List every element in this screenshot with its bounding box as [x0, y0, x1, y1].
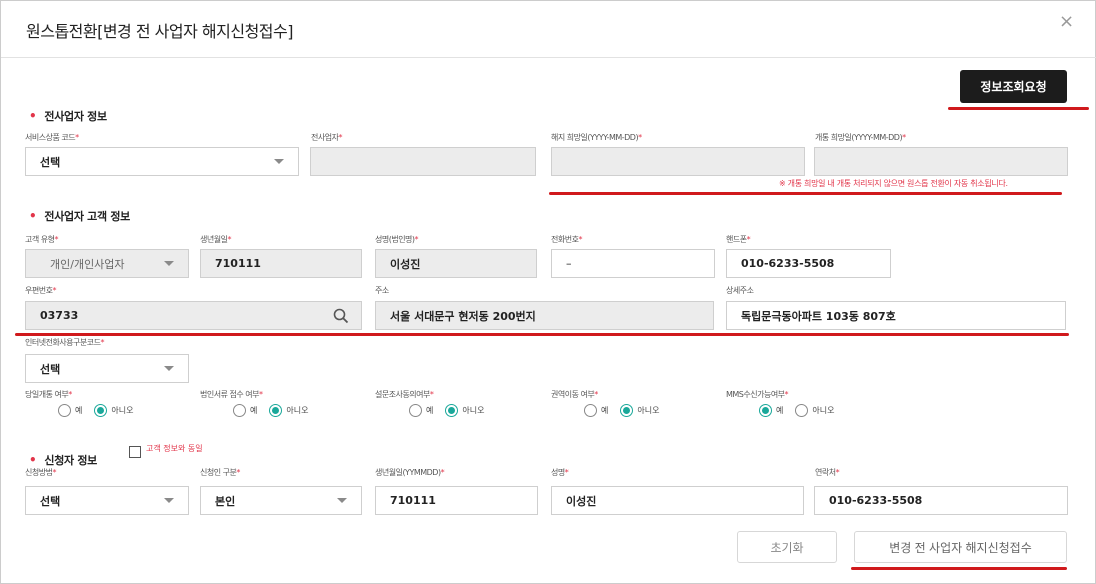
address-detail-label: 상세주소 — [726, 286, 754, 295]
applicant-birth-field[interactable]: 710111 — [375, 486, 538, 515]
service-code-label: 서비스상품 코드* — [25, 133, 79, 142]
name-label: 성명(법인명)* — [375, 235, 419, 244]
open-date-field — [814, 147, 1068, 176]
header-divider — [1, 57, 1096, 58]
mobile-label: 핸드폰* — [726, 235, 751, 244]
birth-field: 710111 — [200, 249, 362, 278]
applicant-birth-label: 생년월일(YYMMDD)* — [375, 468, 445, 477]
chevron-down-icon — [274, 159, 284, 164]
same-as-customer-label[interactable]: 고객 정보와 동일 — [146, 443, 203, 454]
radio-no[interactable]: 아니오 — [795, 404, 834, 417]
customer-type-label: 고객 유형* — [25, 235, 58, 244]
prev-carrier-label: 전사업자* — [311, 133, 342, 142]
prev-carrier-field — [310, 147, 536, 176]
corp-docs-radio-group: 예 아니오 — [233, 404, 320, 417]
radio-no[interactable]: 아니오 — [94, 404, 133, 417]
radio-no[interactable]: 아니오 — [445, 404, 484, 417]
internet-code-label: 인터넷전화사용구분코드* — [25, 338, 104, 347]
radio-circle[interactable] — [620, 404, 634, 417]
section-title-prev-carrier: • 전사업자 정보 — [29, 109, 107, 123]
address-label: 주소 — [375, 286, 389, 295]
address-detail-field[interactable]: 독립문극동아파트 103동 807호 — [726, 301, 1066, 330]
same-as-customer-checkbox[interactable] — [129, 446, 141, 458]
region-move-radio-group: 예 아니오 — [584, 404, 671, 417]
radio-yes[interactable]: 예 — [58, 404, 82, 417]
survey-consent-label: 설문조사동의여부* — [375, 390, 434, 399]
radio-no[interactable]: 아니오 — [620, 404, 659, 417]
mms-label: MMS수신가능여부* — [726, 390, 789, 399]
phone-label: 전화번호* — [551, 235, 582, 244]
applicant-relation-label: 신청인 구분* — [200, 468, 240, 477]
service-code-select[interactable]: 선택 — [25, 147, 299, 176]
search-icon[interactable] — [333, 308, 349, 324]
radio-circle[interactable] — [759, 404, 772, 417]
submit-cancel-request-button[interactable]: 변경 전 사업자 해지신청접수 — [854, 531, 1067, 563]
same-day-open-label: 당일개통 여부* — [25, 390, 72, 399]
mms-radio-group: 예 아니오 — [759, 404, 846, 417]
open-date-warning: ※ 개통 희망일 내 개통 처리되지 않으면 원스톱 전환이 자동 취소됩니다. — [779, 179, 1008, 188]
radio-circle[interactable] — [94, 404, 108, 417]
highlight-underline — [948, 107, 1089, 110]
chevron-down-icon — [164, 366, 174, 371]
phone-field[interactable]: – — [551, 249, 715, 278]
reset-button[interactable]: 초기화 — [737, 531, 837, 563]
applicant-contact-label: 연락처* — [815, 468, 840, 477]
open-date-label: 개통 희망일(YYYY-MM-DD)* — [815, 133, 906, 142]
apply-method-select[interactable]: 선택 — [25, 486, 189, 515]
applicant-contact-field[interactable]: 010-6233-5508 — [814, 486, 1068, 515]
radio-yes[interactable]: 예 — [233, 404, 257, 417]
survey-consent-radio-group: 예 아니오 — [409, 404, 496, 417]
zipcode-field[interactable]: 03733 — [25, 301, 362, 330]
address-field: 서울 서대문구 현저동 200번지 — [375, 301, 714, 330]
applicant-name-label: 성명* — [551, 468, 569, 477]
section-title-customer: • 전사업자 고객 정보 — [29, 209, 130, 223]
applicant-relation-select[interactable]: 본인 — [200, 486, 362, 515]
radio-circle[interactable] — [445, 404, 459, 417]
radio-circle[interactable] — [233, 404, 246, 417]
same-day-open-radio-group: 예 아니오 — [58, 404, 145, 417]
modal: 원스톱전환[변경 전 사업자 해지신청접수] × 정보조회요청 • 전사업자 정보… — [0, 0, 1096, 584]
radio-circle[interactable] — [409, 404, 422, 417]
cancel-date-field — [551, 147, 805, 176]
radio-circle[interactable] — [584, 404, 597, 417]
radio-yes[interactable]: 예 — [584, 404, 608, 417]
highlight-underline — [851, 567, 1067, 570]
corp-docs-label: 법인서류 접수 여부* — [200, 390, 263, 399]
apply-method-label: 신청방법* — [25, 468, 56, 477]
radio-yes[interactable]: 예 — [759, 404, 783, 417]
radio-circle[interactable] — [795, 404, 809, 417]
chevron-down-icon — [337, 498, 347, 503]
close-icon[interactable]: × — [1059, 13, 1074, 31]
radio-circle[interactable] — [58, 404, 71, 417]
applicant-name-field[interactable]: 이성진 — [551, 486, 804, 515]
name-field: 이성진 — [375, 249, 537, 278]
highlight-underline — [549, 192, 1062, 195]
region-move-label: 권역이동 여부* — [551, 390, 598, 399]
customer-type-select: 개인/개인사업자 — [25, 249, 189, 278]
internet-code-select[interactable]: 선택 — [25, 354, 189, 383]
birth-label: 생년월일* — [200, 235, 231, 244]
section-title-applicant: • 신청자 정보 — [29, 453, 98, 467]
highlight-underline — [15, 333, 1069, 336]
chevron-down-icon — [164, 261, 174, 266]
radio-yes[interactable]: 예 — [409, 404, 433, 417]
radio-circle[interactable] — [269, 404, 283, 417]
zipcode-label: 우편번호* — [25, 286, 56, 295]
info-request-button[interactable]: 정보조회요청 — [960, 70, 1067, 103]
cancel-date-label: 해지 희망일(YYYY-MM-DD)* — [551, 133, 642, 142]
mobile-field[interactable]: 010-6233-5508 — [726, 249, 891, 278]
chevron-down-icon — [164, 498, 174, 503]
modal-title: 원스톱전환[변경 전 사업자 해지신청접수] — [26, 22, 293, 41]
radio-no[interactable]: 아니오 — [269, 404, 308, 417]
